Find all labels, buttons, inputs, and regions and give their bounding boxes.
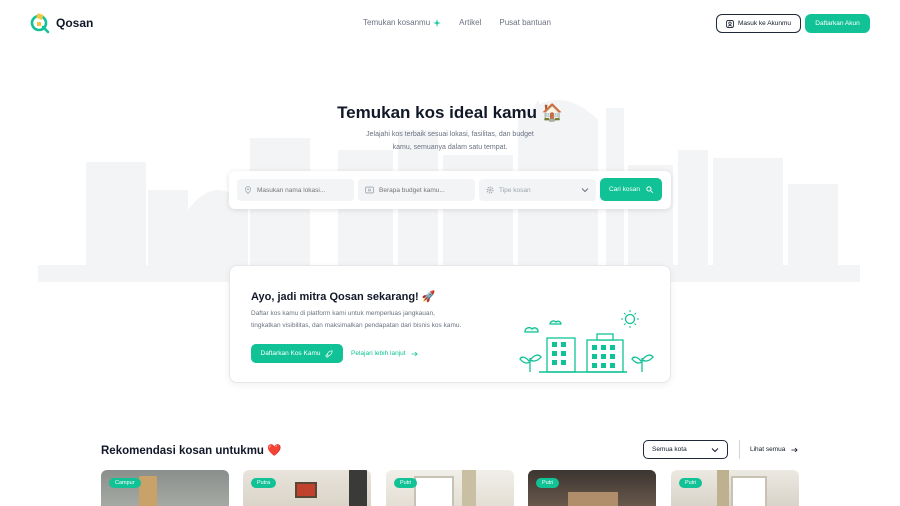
city-illustration (519, 310, 654, 373)
partner-description: Daftar kos kamu di platform kami untuk m… (251, 308, 501, 332)
nav-link-articles[interactable]: Artikel (459, 18, 481, 27)
search-button[interactable]: Cari kosan (600, 178, 662, 201)
search-icon (646, 186, 653, 193)
register-button[interactable]: Daftarkan Akun (805, 14, 870, 33)
chevron-down-icon (581, 188, 589, 193)
card-photo-detail (717, 470, 729, 506)
location-input[interactable] (257, 186, 347, 194)
hero-subtitle: Jelajahi kos terbaik sesuai lokasi, fasi… (350, 128, 550, 154)
nav-link-find[interactable]: Temukan kosanmu (363, 18, 442, 27)
arrow-right-icon (791, 447, 799, 452)
hero-subtitle-line-2: kamu, semuanya dalam satu tempat. (392, 144, 508, 151)
kos-card[interactable]: Putri (528, 470, 656, 506)
card-photo-detail (568, 492, 618, 506)
kos-card[interactable]: Putra (243, 470, 371, 506)
kos-card[interactable]: Campur (101, 470, 229, 506)
budget-input[interactable] (379, 186, 469, 194)
logo[interactable]: Qosan (30, 12, 93, 34)
see-all-link[interactable]: Lihat semua (750, 446, 799, 453)
nav-link-find-label: Temukan kosanmu (363, 18, 431, 27)
location-pin-icon (245, 186, 251, 194)
card-type-badge: Campur (109, 478, 141, 488)
search-bar: Tipe kosan Cari kosan (229, 171, 671, 209)
card-type-badge: Putri (536, 478, 560, 488)
card-photo-detail (414, 476, 454, 506)
logo-icon (30, 13, 50, 34)
search-button-label: Cari kosan (608, 186, 641, 193)
wallet-icon (365, 186, 374, 194)
budget-field[interactable] (358, 179, 475, 201)
card-type-badge: Putri (394, 478, 418, 488)
city-select[interactable]: Semua kota (643, 440, 728, 459)
learn-more-link[interactable]: Pelajari lebih lanjut (351, 350, 418, 357)
card-type-badge: Putra (251, 478, 277, 488)
type-select-inner: Tipe kosan (486, 186, 531, 194)
card-photo-detail (462, 470, 476, 506)
login-button[interactable]: Masuk ke Akunmu (716, 14, 801, 33)
register-kos-button-label: Daftarkan Kos Kamu (260, 350, 321, 357)
recommendations-title: Rekomendasi kosan untukmu ❤️ (101, 445, 282, 457)
sparkle-icon (433, 18, 442, 27)
type-select-value: Tipe kosan (499, 186, 531, 194)
hero-subtitle-line-1: Jelajahi kos terbaik sesuai lokasi, fasi… (366, 131, 534, 138)
see-all-label: Lihat semua (750, 446, 786, 453)
card-photo-detail (731, 476, 767, 506)
partner-title: Ayo, jadi mitra Qosan sekarang! 🚀 (251, 291, 436, 303)
settings-icon (486, 186, 494, 194)
city-select-value: Semua kota (652, 446, 687, 453)
partner-description-line-1: Daftar kos kamu di platform kami untuk m… (251, 310, 435, 317)
rocket-icon (325, 349, 334, 358)
user-icon (726, 19, 734, 28)
partner-description-line-2: tingkatkan visibilitas, dan maksimalkan … (251, 322, 462, 329)
nav-links: Temukan kosanmu Artikel Pusat bantuan (363, 18, 551, 27)
register-kos-button[interactable]: Daftarkan Kos Kamu (251, 344, 343, 363)
kos-card[interactable]: Putri (386, 470, 514, 506)
type-select[interactable]: Tipe kosan (479, 179, 596, 201)
card-photo-detail (295, 482, 317, 498)
partner-card: Ayo, jadi mitra Qosan sekarang! 🚀 Daftar… (229, 265, 671, 383)
nav-link-help[interactable]: Pusat bantuan (499, 18, 551, 27)
login-button-label: Masuk ke Akunmu (737, 20, 792, 27)
hero-title: Temukan kos ideal kamu 🏠 (337, 103, 563, 122)
card-photo-detail (139, 476, 157, 506)
kos-card[interactable]: Putri (671, 470, 799, 506)
card-type-badge: Putri (679, 478, 703, 488)
chevron-down-icon (711, 447, 719, 452)
logo-text: Qosan (56, 16, 94, 30)
card-photo-detail (349, 470, 367, 506)
location-field[interactable] (237, 179, 354, 201)
divider (739, 440, 740, 459)
top-nav: Qosan Temukan kosanmu Artikel Pusat bant… (0, 0, 900, 46)
arrow-right-icon (411, 351, 418, 356)
learn-more-label: Pelajari lebih lanjut (351, 350, 406, 357)
